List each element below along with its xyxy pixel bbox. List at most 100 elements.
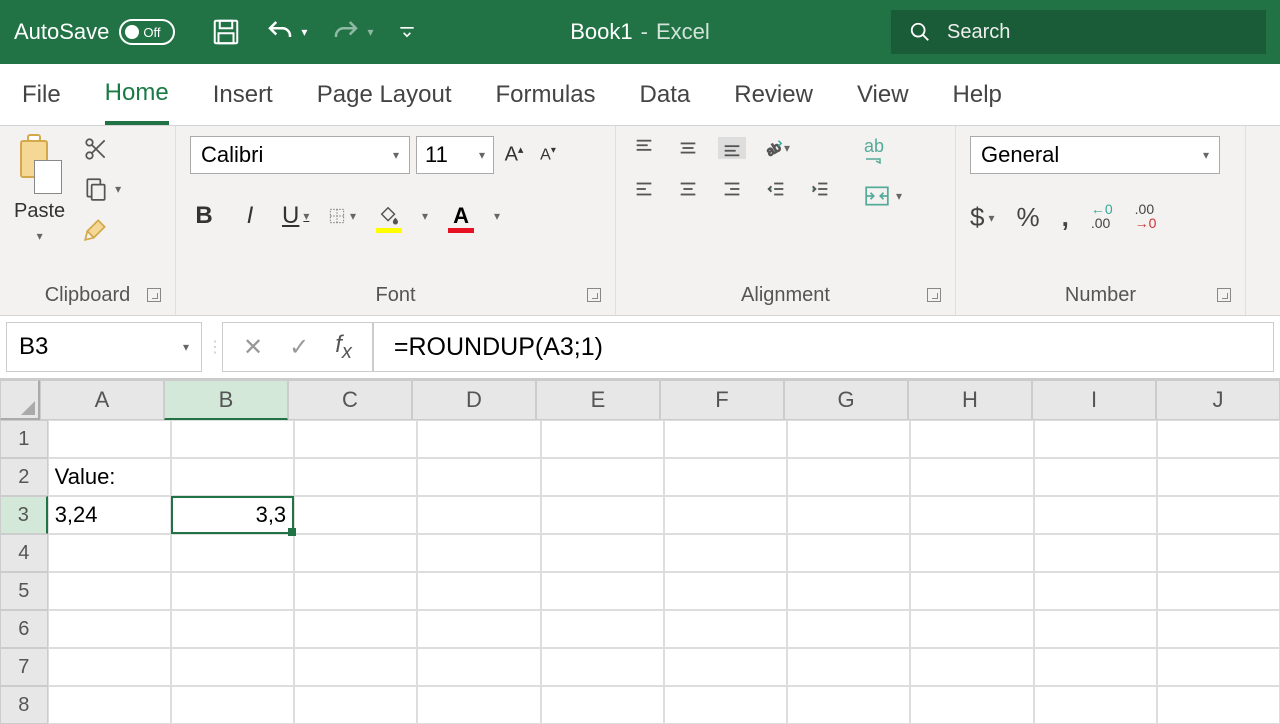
cell-H5[interactable] (910, 572, 1033, 610)
select-all-corner[interactable] (0, 380, 40, 420)
cell-I7[interactable] (1034, 648, 1157, 686)
undo-button[interactable]: ▾ (265, 17, 307, 47)
cell-I3[interactable] (1034, 496, 1157, 534)
cell-D8[interactable] (417, 686, 540, 724)
row-header-6[interactable]: 6 (0, 610, 48, 648)
cell-I1[interactable] (1034, 420, 1157, 458)
cell-C8[interactable] (294, 686, 417, 724)
cell-G3[interactable] (787, 496, 910, 534)
customize-qat-button[interactable] (397, 22, 417, 42)
search-input[interactable] (947, 21, 1248, 44)
formula-input[interactable]: =ROUNDUP(A3;1) (373, 322, 1274, 372)
cell-H1[interactable] (910, 420, 1033, 458)
cell-C7[interactable] (294, 648, 417, 686)
redo-button[interactable]: ▾ (331, 17, 373, 47)
column-header-C[interactable]: C (288, 380, 412, 420)
align-left-button[interactable] (630, 178, 658, 200)
cell-E6[interactable] (541, 610, 664, 648)
cell-B1[interactable] (171, 420, 294, 458)
cell-B8[interactable] (171, 686, 294, 724)
borders-button[interactable]: ▾ (328, 205, 356, 227)
alignment-dialog-launcher[interactable] (927, 288, 941, 302)
font-name-select[interactable]: Calibri ▾ (190, 136, 410, 174)
percent-button[interactable]: % (1017, 202, 1040, 233)
tab-data[interactable]: Data (640, 67, 691, 123)
cell-F5[interactable] (664, 572, 787, 610)
cell-A8[interactable] (48, 686, 171, 724)
cell-I2[interactable] (1034, 458, 1157, 496)
clipboard-dialog-launcher[interactable] (147, 288, 161, 302)
cell-E4[interactable] (541, 534, 664, 572)
cell-H8[interactable] (910, 686, 1033, 724)
tab-review[interactable]: Review (734, 67, 813, 123)
align-right-button[interactable] (718, 178, 746, 200)
cell-J1[interactable] (1157, 420, 1280, 458)
cell-C5[interactable] (294, 572, 417, 610)
cell-A3[interactable]: 3,24 (48, 496, 171, 534)
row-header-5[interactable]: 5 (0, 572, 48, 610)
cell-J4[interactable] (1157, 534, 1280, 572)
name-box[interactable]: B3 ▾ (6, 322, 202, 372)
cell-C1[interactable] (294, 420, 417, 458)
cancel-formula-button[interactable]: ✕ (243, 333, 263, 362)
save-button[interactable] (211, 17, 241, 47)
column-header-D[interactable]: D (412, 380, 536, 420)
cell-I8[interactable] (1034, 686, 1157, 724)
cell-J5[interactable] (1157, 572, 1280, 610)
cell-B2[interactable] (171, 458, 294, 496)
cell-H6[interactable] (910, 610, 1033, 648)
column-header-E[interactable]: E (536, 380, 660, 420)
decrease-font-button[interactable]: A▾ (534, 145, 562, 164)
cell-F6[interactable] (664, 610, 787, 648)
cell-E3[interactable] (541, 496, 664, 534)
cell-F8[interactable] (664, 686, 787, 724)
cell-C4[interactable] (294, 534, 417, 572)
align-center-button[interactable] (674, 178, 702, 200)
merge-button[interactable]: ▾ (864, 185, 902, 207)
cell-E8[interactable] (541, 686, 664, 724)
cell-G8[interactable] (787, 686, 910, 724)
cell-J8[interactable] (1157, 686, 1280, 724)
column-header-B[interactable]: B (164, 380, 288, 420)
cell-G1[interactable] (787, 420, 910, 458)
cell-H7[interactable] (910, 648, 1033, 686)
column-header-H[interactable]: H (908, 380, 1032, 420)
currency-button[interactable]: $▾ (970, 202, 995, 233)
cell-C2[interactable] (294, 458, 417, 496)
decrease-decimal-button[interactable]: .00→0 (1135, 202, 1157, 233)
chevron-down-icon[interactable]: ▾ (422, 209, 428, 223)
increase-decimal-button[interactable]: ←0.00 (1091, 202, 1113, 233)
cell-J7[interactable] (1157, 648, 1280, 686)
insert-function-button[interactable]: fx (335, 331, 352, 364)
copy-button[interactable]: ▾ (83, 176, 121, 202)
row-header-3[interactable]: 3 (0, 496, 48, 534)
cell-D7[interactable] (417, 648, 540, 686)
cell-I4[interactable] (1034, 534, 1157, 572)
cell-A1[interactable] (48, 420, 171, 458)
chevron-down-icon[interactable]: ▾ (494, 209, 500, 223)
column-header-F[interactable]: F (660, 380, 784, 420)
bold-button[interactable]: B (190, 202, 218, 230)
tab-file[interactable]: File (22, 67, 61, 123)
cell-F2[interactable] (664, 458, 787, 496)
column-header-A[interactable]: A (40, 380, 164, 420)
tab-page-layout[interactable]: Page Layout (317, 67, 452, 123)
cell-I6[interactable] (1034, 610, 1157, 648)
font-dialog-launcher[interactable] (587, 288, 601, 302)
comma-button[interactable]: , (1062, 202, 1069, 233)
fill-color-button[interactable] (374, 202, 404, 230)
cell-A7[interactable] (48, 648, 171, 686)
number-dialog-launcher[interactable] (1217, 288, 1231, 302)
cell-A2[interactable]: Value: (48, 458, 171, 496)
row-header-8[interactable]: 8 (0, 686, 48, 724)
font-size-select[interactable]: 11 ▾ (416, 136, 494, 174)
cell-D3[interactable] (417, 496, 540, 534)
cell-G7[interactable] (787, 648, 910, 686)
cell-D2[interactable] (417, 458, 540, 496)
cell-G4[interactable] (787, 534, 910, 572)
enter-formula-button[interactable]: ✓ (289, 333, 309, 362)
number-format-select[interactable]: General ▾ (970, 136, 1220, 174)
cell-B6[interactable] (171, 610, 294, 648)
align-bottom-button[interactable] (718, 137, 746, 159)
cell-G2[interactable] (787, 458, 910, 496)
